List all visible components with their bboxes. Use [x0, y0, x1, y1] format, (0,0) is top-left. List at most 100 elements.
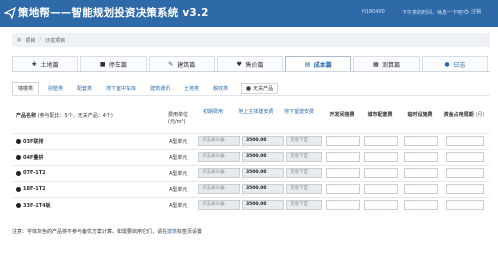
basement-input[interactable]: 无地下室	[286, 136, 322, 146]
table-row: 07F-1T2 A型单元 点击录头编 3500.00 无地下室	[12, 165, 490, 179]
tab-calc[interactable]: ▦ 测算篇	[353, 56, 420, 71]
logout-button[interactable]: 注销	[464, 8, 481, 15]
dev-indirect-input[interactable]	[326, 184, 360, 194]
temp-facility-input[interactable]	[404, 152, 438, 162]
fund-period-input[interactable]	[446, 168, 484, 178]
basement-input[interactable]: 无地下室	[286, 200, 322, 210]
tab-land[interactable]: ✚ 土地篇	[12, 56, 79, 71]
car-icon: ■	[99, 61, 106, 68]
subtab-tower[interactable]: 墙楼类	[12, 82, 40, 95]
initial-cost-input[interactable]: 点击录头编	[198, 152, 240, 162]
unrelated-products-toggle[interactable]: 无关产品	[241, 83, 279, 94]
status-dot-icon	[16, 186, 21, 192]
basement-input[interactable]: 无地下室	[286, 152, 322, 162]
status-dot-icon	[16, 139, 21, 144]
tab-price[interactable]: ♥ 售价篇	[216, 56, 284, 71]
breadcrumb-root[interactable]: 项目	[25, 37, 35, 44]
note-link[interactable]: 建筑	[167, 229, 177, 235]
above-ground-input[interactable]: 3500.00	[242, 200, 284, 210]
tab-label: 测算篇	[382, 61, 401, 69]
city-facility-input[interactable]	[364, 184, 398, 194]
logout-label: 注销	[471, 9, 482, 15]
header-fund-period-unit: (月)	[475, 112, 485, 118]
initial-cost-input[interactable]: 点击录头编	[198, 168, 240, 178]
header-above-ground-label: 地上主体建安费	[238, 109, 274, 115]
product-name[interactable]: 33F-1T4板	[16, 202, 51, 209]
unrelated-products-label: 无关产品	[253, 86, 274, 92]
header-basement[interactable]: 地下室建安费	[282, 109, 316, 116]
user-id[interactable]: H180400	[362, 9, 385, 15]
city-facility-input[interactable]	[364, 200, 398, 210]
status-dot-icon	[16, 170, 21, 176]
header-basement-label: 地下室建安费	[283, 109, 314, 115]
table-row: 18F-1T2 A型单元 点击录头编 3500.00 无地下室	[12, 181, 490, 195]
subtab-comm[interactable]: 建筑通讯	[145, 83, 175, 94]
product-name[interactable]: 04F叠拼	[16, 154, 43, 161]
product-name[interactable]: 07F-1T2	[16, 170, 46, 176]
product-name[interactable]: 18F-1T2	[16, 186, 46, 192]
subtab-villa[interactable]: 别墅类	[43, 83, 68, 94]
breadcrumb-current: 沙龙项目	[45, 37, 66, 44]
product-name-label: 04F叠拼	[23, 155, 44, 161]
unit-type: A型单元	[169, 155, 188, 161]
tab-cost[interactable]: ▤ 成本篇	[285, 56, 352, 71]
above-ground-input[interactable]: 3500.00	[242, 168, 284, 178]
city-facility-input[interactable]	[364, 136, 398, 146]
product-name[interactable]: 03F联排	[16, 138, 43, 145]
main-tabs: ✚ 土地篇 ■ 停车篇 ✎ 建筑篇 ♥ 售价篇 ▤ 成本篇 ▦ 测算篇 ● 日志	[12, 56, 490, 72]
fund-period-input[interactable]	[446, 184, 484, 194]
fund-period-input[interactable]	[446, 152, 484, 162]
tab-log[interactable]: ● 日志	[421, 56, 488, 71]
table-row: 04F叠拼 A型单元 点击录头编 3500.00 无地下室	[12, 149, 490, 163]
above-ground-input[interactable]: 3500.00	[242, 152, 284, 162]
fund-period-input[interactable]	[446, 136, 484, 146]
header-unit-sub: (元/m²)	[168, 119, 186, 125]
tab-parking[interactable]: ■ 停车篇	[80, 56, 147, 71]
product-name-label: 03F联排	[23, 139, 44, 145]
calc-icon: ▦	[373, 61, 379, 68]
cost-icon: ▤	[304, 61, 311, 68]
dev-indirect-input[interactable]	[326, 152, 360, 162]
dev-indirect-input[interactable]	[326, 136, 360, 146]
tab-label: 成本篇	[313, 61, 332, 69]
city-facility-input[interactable]	[364, 152, 398, 162]
app-header: 策地帮——智能规划投资决策系统 v3.2 H180400 下午茶的时间，休息一下…	[0, 0, 498, 27]
note-tail: 标签页设置	[177, 229, 203, 235]
basement-input[interactable]: 无地下室	[286, 168, 322, 178]
fund-period-input[interactable]	[446, 200, 484, 210]
tab-label: 日志	[453, 61, 466, 69]
dev-indirect-input[interactable]	[326, 168, 360, 178]
header-above-ground[interactable]: 地上主体建安费	[236, 109, 276, 116]
land-icon: ✚	[31, 61, 37, 68]
breadcrumb-separator: /	[39, 37, 42, 43]
basement-input[interactable]: 无地下室	[286, 184, 322, 194]
above-ground-input[interactable]: 3500.00	[242, 184, 284, 194]
initial-cost-input[interactable]: 点击录头编	[198, 200, 240, 210]
unit-type: A型单元	[169, 187, 188, 193]
temp-facility-input[interactable]	[404, 136, 438, 146]
product-name-label: 33F-1T4板	[23, 203, 51, 209]
subtab-land[interactable]: 土地类	[179, 83, 204, 94]
header-initial-cost[interactable]: 初期费用	[196, 109, 230, 116]
temp-facility-input[interactable]	[404, 168, 438, 178]
subtab-tax[interactable]: 税收类	[208, 83, 233, 94]
log-icon: ●	[444, 61, 450, 68]
tab-label: 售价篇	[245, 61, 264, 69]
footer-note: 注意：字体灰色的产品将不参与备忧方案计算。如需要启用它们，请在建筑标签页设置	[12, 228, 202, 235]
header-temp-facility-label: 临时设施费	[407, 112, 433, 118]
above-ground-input[interactable]: 3500.00	[242, 136, 284, 146]
header-city-facility-label: 城市配套费	[367, 112, 393, 118]
dev-indirect-input[interactable]	[326, 200, 360, 210]
subtab-garage[interactable]: 地下室中车库	[101, 83, 141, 94]
initial-cost-input[interactable]: 点击录头编	[198, 136, 240, 146]
city-facility-input[interactable]	[364, 168, 398, 178]
initial-cost-input[interactable]: 点击录头编	[198, 184, 240, 194]
radio-icon	[246, 86, 252, 91]
header-product: 产品名称 (参与配比：5个，无关产品：4个)	[16, 113, 113, 120]
header-dev-indirect: 开发间接费	[324, 112, 360, 119]
temp-facility-input[interactable]	[404, 184, 438, 194]
tab-building[interactable]: ✎ 建筑篇	[148, 56, 215, 71]
subtab-facility[interactable]: 配套类	[72, 83, 97, 94]
temp-facility-input[interactable]	[404, 200, 438, 210]
product-name-label: 07F-1T2	[23, 170, 46, 176]
